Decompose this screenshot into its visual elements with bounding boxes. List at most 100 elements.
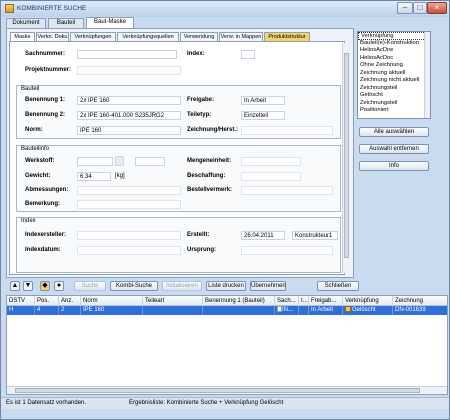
- col-dstv[interactable]: DSTV: [7, 296, 35, 306]
- list-item[interactable]: Ohne Zeichnung: [358, 62, 430, 70]
- kombi-suche-button[interactable]: Kombi-Suche: [110, 281, 158, 291]
- bemerkung-field[interactable]: [77, 200, 181, 209]
- cell-freigabe: In Arbeit: [309, 306, 343, 315]
- col-freigabe[interactable]: Freigab...: [309, 296, 343, 306]
- teiletyp-field[interactable]: Einzelteil: [241, 111, 285, 120]
- cell-pos: 4: [35, 306, 59, 315]
- norm-field[interactable]: IPE 160: [77, 126, 181, 135]
- werkstoff-lookup-button[interactable]: [115, 156, 124, 166]
- beschaffung-field[interactable]: [241, 172, 301, 181]
- select-all-button[interactable]: Alle auswählen: [359, 127, 429, 137]
- list-item[interactable]: Verknüpfung: [358, 32, 430, 40]
- liste-drucken-button[interactable]: Liste drucken: [206, 281, 246, 291]
- col-sachnummer[interactable]: Sach...: [275, 296, 299, 306]
- col-anz[interactable]: Anz.: [59, 296, 81, 306]
- link-status-icon: [345, 306, 351, 313]
- norm-label: Norm:: [25, 127, 43, 133]
- col-pos[interactable]: Pos.: [35, 296, 59, 306]
- col-teileart[interactable]: Teileart: [143, 296, 203, 306]
- freigabe-field[interactable]: In Arbeit: [241, 96, 285, 105]
- list-item[interactable]: HeliosAcDoc: [358, 55, 430, 63]
- maximize-button[interactable]: □: [413, 2, 427, 14]
- index-field[interactable]: [241, 50, 255, 59]
- erstellt-by-field[interactable]: Konstrukteur1: [292, 231, 338, 240]
- col-index[interactable]: I...: [299, 296, 309, 306]
- minimize-button[interactable]: –: [397, 2, 413, 14]
- werkstoff-extra-field[interactable]: [135, 157, 165, 166]
- chevron-down-icon[interactable]: ▼: [23, 281, 33, 291]
- zeichnung-herst-label: Zeichnung/Herst.:: [187, 127, 239, 133]
- subtab-verknuepfungen[interactable]: Verknüpfungen: [70, 32, 116, 41]
- benennung2-field[interactable]: 2x IPE 160-401.000 S235JRG2: [77, 111, 181, 120]
- list-item[interactable]: HeliosAcDrw: [358, 47, 430, 55]
- title-bar: KOMBINIERTE SUCHE – □ ×: [1, 1, 449, 17]
- mengeneinheit-field[interactable]: [241, 157, 301, 166]
- projektnummer-field[interactable]: [77, 66, 181, 75]
- list-item[interactable]: Positioniert: [358, 107, 430, 115]
- cell-sachnummer: IN...: [275, 306, 299, 315]
- col-norm[interactable]: Norm: [81, 296, 143, 306]
- cell-verknuepfung: Gelöscht: [343, 306, 393, 315]
- indexersteller-label: Indexersteller:: [25, 232, 67, 238]
- chevron-up-icon[interactable]: ▲: [10, 281, 20, 291]
- ursprung-label: Ursprung:: [187, 247, 216, 253]
- abmessungen-field[interactable]: [77, 186, 181, 195]
- gewicht-field[interactable]: 6.34: [77, 172, 111, 181]
- list-item[interactable]: Zeichnung aktuell: [358, 70, 430, 78]
- table-row[interactable]: H 4 2 IPE 160 IN... In Arbeit Gelöscht D…: [7, 306, 447, 315]
- list-item[interactable]: Zeichnungsteil: [358, 100, 430, 108]
- subtab-verkn-doku[interactable]: Verkn. Doku: [36, 32, 69, 41]
- status-result-list: Ergebnisliste: Kombinierte Suche + Verkn…: [129, 400, 284, 406]
- col-benennung1[interactable]: Benennung 1 (Bauteil): [203, 296, 275, 306]
- subtab-maske[interactable]: Maske: [10, 32, 35, 41]
- subtab-verknuepfungsquellen[interactable]: Verknüpfungsquellen: [117, 32, 179, 41]
- bestellvermerk-field[interactable]: [241, 186, 333, 195]
- schliessen-button[interactable]: Schließen: [317, 281, 359, 291]
- list-item[interactable]: Bauteil(e)-Konstruktion: [358, 40, 430, 48]
- tab-bauteil[interactable]: Bauteil: [48, 18, 84, 28]
- bemerkung-label: Bemerkung:: [25, 201, 61, 207]
- table-header: DSTV Pos. Anz. Norm Teileart Benennung 1…: [7, 296, 447, 306]
- uebernehmen-button[interactable]: Übernehmen: [250, 281, 286, 291]
- cell-benennung1: [203, 306, 275, 315]
- indexdatum-label: Indexdatum:: [25, 247, 61, 253]
- sachnummer-field[interactable]: [77, 50, 177, 59]
- search-icon[interactable]: ●: [54, 281, 64, 291]
- werkstoff-field[interactable]: [77, 157, 113, 166]
- tab-dokument[interactable]: Dokument: [6, 18, 46, 28]
- filter-list-scrollbar[interactable]: [424, 32, 430, 118]
- initialisieren-button[interactable]: Initialisieren: [162, 281, 202, 291]
- list-item[interactable]: Gelöscht: [358, 92, 430, 100]
- subtab-verwendung[interactable]: Verwendung: [180, 32, 218, 41]
- indexdatum-field[interactable]: [77, 246, 181, 255]
- filter-icon[interactable]: ◆: [40, 281, 50, 291]
- col-verknuepfung[interactable]: Verknüpfung: [343, 296, 393, 306]
- close-button[interactable]: ×: [427, 2, 447, 14]
- col-zeichnung[interactable]: Zeichnung: [393, 296, 447, 306]
- subtab-produktstruktur[interactable]: Produktstruktur: [264, 32, 310, 41]
- cell-dstv: H: [7, 306, 35, 315]
- mask-scrollbar[interactable]: [342, 43, 349, 273]
- verknuepfung-filter-list[interactable]: Verknüpfung Bauteil(e)-Konstruktion Heli…: [357, 31, 431, 119]
- zeichnung-herst-field[interactable]: [241, 126, 333, 135]
- ursprung-field[interactable]: [241, 246, 333, 255]
- tab-baut-maske[interactable]: Baut-Maske: [86, 17, 134, 28]
- sachnummer-label: Sachnummer:: [25, 51, 66, 57]
- status-record-count: Es ist 1 Datensatz vorhanden.: [6, 400, 87, 406]
- list-item[interactable]: Zeichnung nicht aktuell: [358, 77, 430, 85]
- mask-scrollbar-thumb[interactable]: [344, 53, 349, 258]
- werkstoff-label: Werkstoff:: [25, 158, 55, 164]
- indexersteller-field[interactable]: [77, 231, 181, 240]
- info-button[interactable]: Info: [359, 161, 429, 171]
- remove-selection-button[interactable]: Auswahl entfernen: [359, 144, 429, 154]
- window-title: KOMBINIERTE SUCHE: [17, 5, 87, 12]
- table-horizontal-scrollbar[interactable]: [7, 386, 447, 394]
- app-icon: [5, 4, 14, 13]
- list-item[interactable]: Zeichnungsteil: [358, 85, 430, 93]
- erstellt-date-field[interactable]: 26.04.2011: [241, 231, 285, 240]
- table-scrollbar-thumb[interactable]: [15, 388, 420, 393]
- benennung1-field[interactable]: 2x IPE 160: [77, 96, 181, 105]
- subtab-verw-in-mappen[interactable]: Verw. in Mappen: [219, 32, 263, 41]
- suche-button[interactable]: Suche: [74, 281, 106, 291]
- results-table[interactable]: DSTV Pos. Anz. Norm Teileart Benennung 1…: [6, 295, 448, 395]
